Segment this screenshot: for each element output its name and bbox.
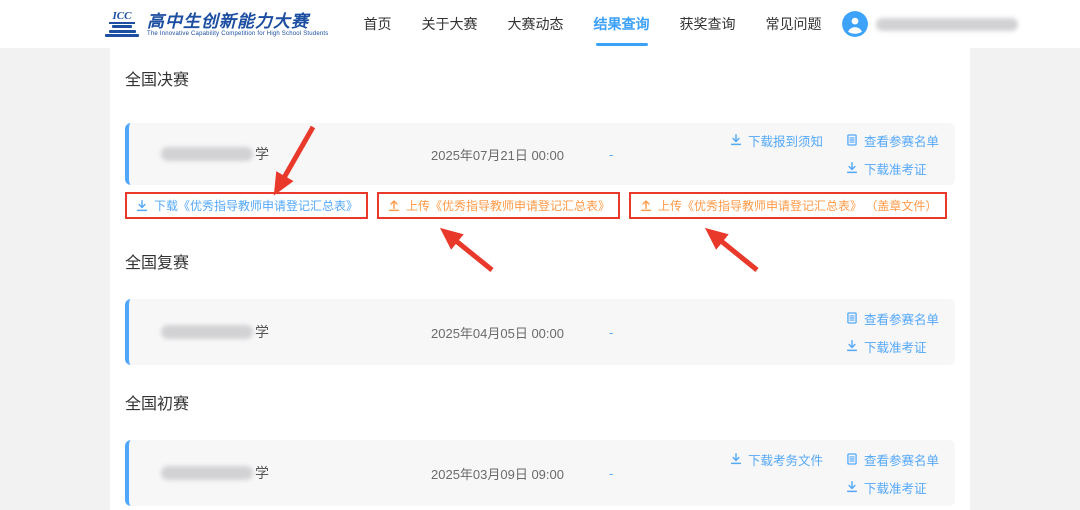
results-panel: 全国决赛 学 2025年07月21日 00:00 - 下载报到须知 查看参赛名单 [110, 48, 970, 510]
logo-subtitle: The Innovative Capability Competition fo… [147, 30, 329, 37]
download-icon [136, 199, 148, 211]
download-exam-files-link[interactable]: 下载考务文件 [729, 450, 823, 469]
upload-teacher-form-button[interactable]: 上传《优秀指导教师申请登记汇总表》 [377, 192, 621, 219]
link-label: 下载准考证 [863, 340, 927, 355]
event-datetime: 2025年04月05日 00:00 [431, 325, 564, 341]
nav-about[interactable]: 关于大赛 [422, 0, 478, 48]
school-name: 学 [161, 463, 401, 483]
list-icon [847, 134, 857, 146]
view-participant-list-link[interactable]: 查看参赛名单 [845, 309, 939, 328]
download-icon [846, 481, 858, 493]
list-icon [847, 312, 857, 324]
nav-home[interactable]: 首页 [364, 0, 392, 48]
link-label: 查看参赛名单 [863, 312, 939, 327]
nav-news[interactable]: 大赛动态 [508, 0, 564, 48]
list-icon [847, 453, 857, 465]
card-links: 查看参赛名单 下载准考证 [845, 309, 939, 356]
view-participant-list-link[interactable]: 查看参赛名单 [845, 450, 939, 469]
user-menu[interactable] [842, 11, 1018, 37]
score-placeholder: - [609, 465, 614, 481]
download-admission-ticket-link[interactable]: 下载准考证 [845, 159, 939, 178]
download-icon [730, 134, 742, 146]
semifinals-card: 学 2025年04月05日 00:00 - 查看参赛名单 下载准考证 [125, 299, 955, 365]
download-admission-ticket-link[interactable]: 下载准考证 [845, 478, 939, 497]
link-label: 下载准考证 [863, 162, 927, 177]
redacted-school-name [161, 325, 253, 339]
upload-icon [640, 199, 652, 211]
teacher-form-actions: 下载《优秀指导教师申请登记汇总表》 上传《优秀指导教师申请登记汇总表》 上传《优… [125, 192, 955, 219]
download-checkin-notice-link[interactable]: 下载报到须知 [729, 131, 823, 150]
school-name: 学 [161, 144, 401, 164]
event-datetime: 2025年07月21日 00:00 [431, 147, 564, 163]
download-admission-ticket-link[interactable]: 下载准考证 [845, 337, 939, 356]
button-label: 下载《优秀指导教师申请登记汇总表》 [154, 199, 359, 213]
upload-stamped-teacher-form-button[interactable]: 上传《优秀指导教师申请登记汇总表》 （盖章文件） [629, 192, 948, 219]
download-teacher-form-button[interactable]: 下载《优秀指导教师申请登记汇总表》 [125, 192, 369, 219]
school-name-suffix: 学 [255, 324, 269, 340]
download-icon [730, 453, 742, 465]
icc-text: ICC [108, 10, 136, 24]
nav-results[interactable]: 结果查询 [594, 0, 650, 48]
redacted-school-name [161, 466, 253, 480]
icc-podium-icon: ICC [105, 10, 139, 38]
link-label: 查看参赛名单 [863, 453, 939, 468]
user-avatar-icon [842, 11, 868, 37]
top-navbar: ICC 高中生创新能力大赛 The Innovative Capability … [0, 0, 1080, 48]
link-label: 查看参赛名单 [863, 134, 939, 149]
section-title-semifinals: 全国复赛 [125, 255, 190, 272]
link-label: 下载准考证 [863, 481, 927, 496]
section-title-preliminary: 全国初赛 [125, 396, 190, 413]
finals-card: 学 2025年07月21日 00:00 - 下载报到须知 查看参赛名单 下载准考… [125, 123, 955, 185]
school-name-suffix: 学 [255, 146, 269, 162]
download-icon [846, 162, 858, 174]
link-label: 下载报到须知 [747, 134, 823, 149]
button-label: 上传《优秀指导教师申请登记汇总表》 （盖章文件） [658, 199, 938, 213]
nav-faq[interactable]: 常见问题 [766, 0, 822, 48]
download-icon [846, 340, 858, 352]
redacted-school-name [161, 147, 253, 161]
nav-awards[interactable]: 获奖查询 [680, 0, 736, 48]
results-page: { "header": { "logo": { "icc": "ICC", "t… [0, 0, 1080, 510]
view-participant-list-link[interactable]: 查看参赛名单 [845, 131, 939, 150]
upload-icon [388, 199, 400, 211]
button-label: 上传《优秀指导教师申请登记汇总表》 [406, 199, 611, 213]
score-placeholder: - [609, 324, 614, 340]
link-label: 下载考务文件 [747, 453, 823, 468]
site-logo[interactable]: ICC 高中生创新能力大赛 The Innovative Capability … [105, 10, 329, 38]
card-links: 下载考务文件 查看参赛名单 下载准考证 [729, 450, 939, 497]
main-nav: 首页 关于大赛 大赛动态 结果查询 获奖查询 常见问题 [364, 0, 822, 48]
section-title-finals: 全国决赛 [125, 72, 190, 89]
preliminary-card: 学 2025年03月09日 09:00 - 下载考务文件 查看参赛名单 下载准考… [125, 440, 955, 506]
redacted-username [876, 17, 1018, 31]
event-datetime: 2025年03月09日 09:00 [431, 466, 564, 482]
card-links: 下载报到须知 查看参赛名单 下载准考证 [729, 131, 939, 178]
logo-title: 高中生创新能力大赛 [147, 11, 309, 31]
school-name: 学 [161, 322, 401, 342]
school-name-suffix: 学 [255, 465, 269, 481]
score-placeholder: - [609, 146, 614, 162]
